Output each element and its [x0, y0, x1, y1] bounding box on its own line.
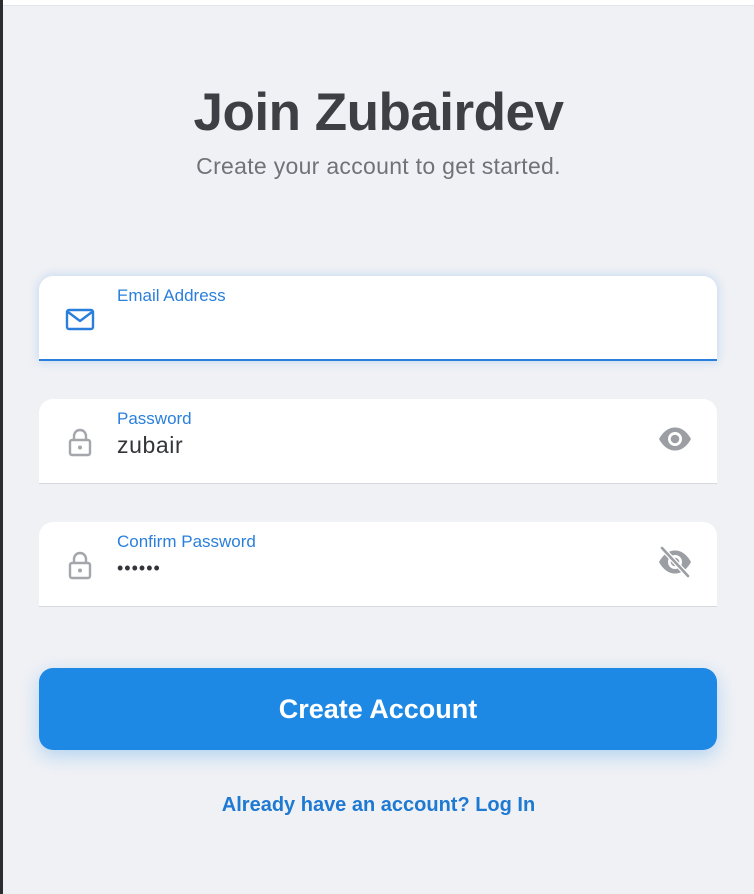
page-subtitle: Create your account to get started.: [196, 153, 561, 179]
confirm-password-input[interactable]: ••••••: [117, 558, 637, 579]
password-input[interactable]: zubair: [117, 432, 637, 459]
login-link[interactable]: Already have an account? Log In: [3, 794, 754, 817]
password-field[interactable]: Password zubair: [39, 399, 717, 484]
eye-icon[interactable]: [657, 421, 693, 457]
email-input[interactable]: [117, 309, 637, 336]
create-account-button[interactable]: Create Account: [39, 668, 717, 750]
mail-icon: [65, 308, 95, 331]
confirm-password-field-label: Confirm Password: [117, 532, 256, 551]
page-title: Join Zubairdev: [193, 83, 564, 142]
lock-icon: [68, 428, 92, 457]
signup-page: Join Zubairdev Create your account to ge…: [3, 6, 754, 894]
confirm-password-field[interactable]: Confirm Password ••••••: [39, 522, 717, 607]
password-field-label: Password: [117, 409, 192, 428]
email-field-label: Email Address: [117, 286, 226, 305]
eye-off-icon[interactable]: [657, 544, 693, 580]
lock-icon: [68, 551, 92, 580]
email-field[interactable]: Email Address: [39, 276, 717, 361]
